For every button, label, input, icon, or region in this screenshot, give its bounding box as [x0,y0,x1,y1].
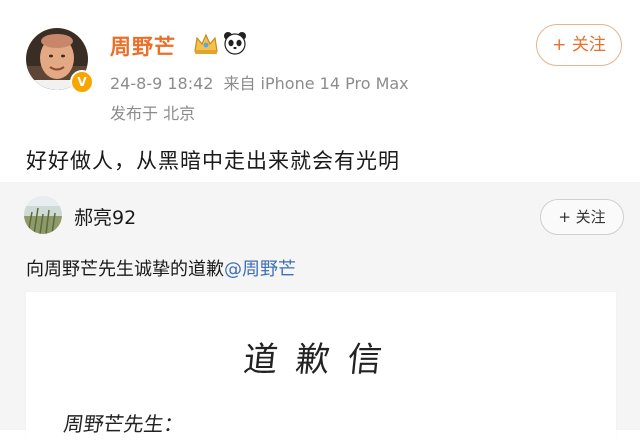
repost-text: 向周野芒先生诚挚的道歉@周野芒 [26,255,296,281]
repost-follow-button[interactable]: + 关注 [540,199,624,235]
letter-salutation: 周野芒先生： [62,412,186,436]
post-source: 来自 iPhone 14 Pro Max [223,74,409,93]
post-meta: 24-8-9 18:42 来自 iPhone 14 Pro Max [110,70,409,94]
repost-author-avatar[interactable] [24,196,62,234]
repost-author-name[interactable]: 郝亮92 [74,203,136,230]
post-location: 发布于 北京 [110,104,196,123]
mention-link[interactable]: @周野芒 [224,259,296,280]
panda-icon[interactable] [222,30,248,56]
repost-text-body: 向周野芒先生诚挚的道歉 [26,259,224,280]
follow-button[interactable]: + 关注 [536,24,622,66]
author-name[interactable]: 周野芒 [110,31,176,61]
crown-badge-icon[interactable] [192,31,220,57]
post-time: 24-8-9 18:42 [110,74,214,93]
verified-badge-icon: V [70,70,94,94]
post-content: 好好做人，从黑暗中走出来就会有光明 [26,149,400,173]
letter-title: 道歉信 [241,340,402,380]
